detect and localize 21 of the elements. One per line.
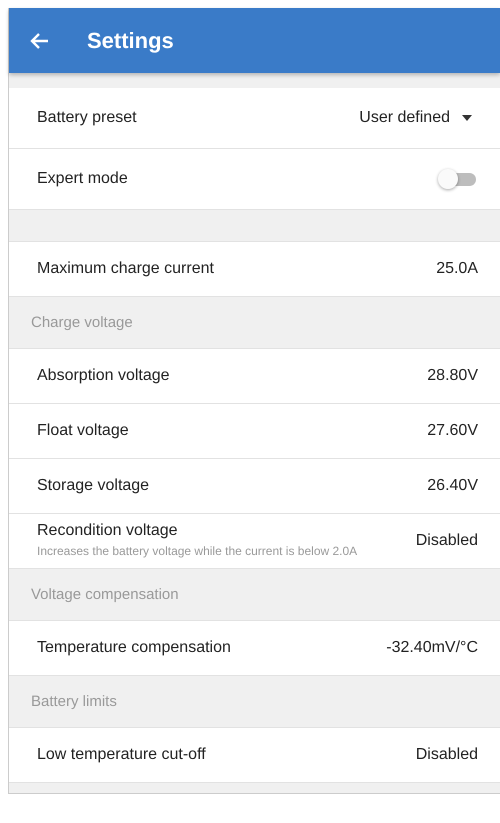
setting-value[interactable]: 27.60V: [427, 422, 478, 440]
setting-label: Recondition voltage: [37, 522, 179, 540]
setting-label: Temperature compensation: [37, 639, 231, 657]
setting-label: Float voltage: [37, 422, 129, 440]
setting-value[interactable]: 28.80V: [427, 367, 478, 385]
setting-description: Increases the battery voltage while the current is below 2.0A: [37, 543, 358, 560]
app-bar-title: Settings: [87, 28, 174, 54]
back-arrow-icon[interactable]: [29, 32, 49, 50]
setting-label: Battery preset: [37, 109, 137, 127]
setting-label: Absorption voltage: [37, 367, 170, 385]
setting-value[interactable]: Disabled: [416, 746, 478, 764]
setting-label: Low temperature cut-off: [37, 746, 206, 764]
toggle-switch[interactable]: [438, 168, 478, 190]
setting-value[interactable]: -32.40mV/°C: [386, 639, 478, 657]
setting-label: Storage voltage: [37, 477, 150, 495]
setting-value[interactable]: 26.40V: [427, 477, 478, 495]
setting-label: Maximum charge current: [37, 260, 214, 278]
caret-icon: [462, 115, 472, 121]
setting-value[interactable]: Disabled: [416, 532, 478, 550]
setting-label: Expert mode: [37, 170, 128, 188]
setting-value[interactable]: 25.0A: [436, 260, 478, 278]
